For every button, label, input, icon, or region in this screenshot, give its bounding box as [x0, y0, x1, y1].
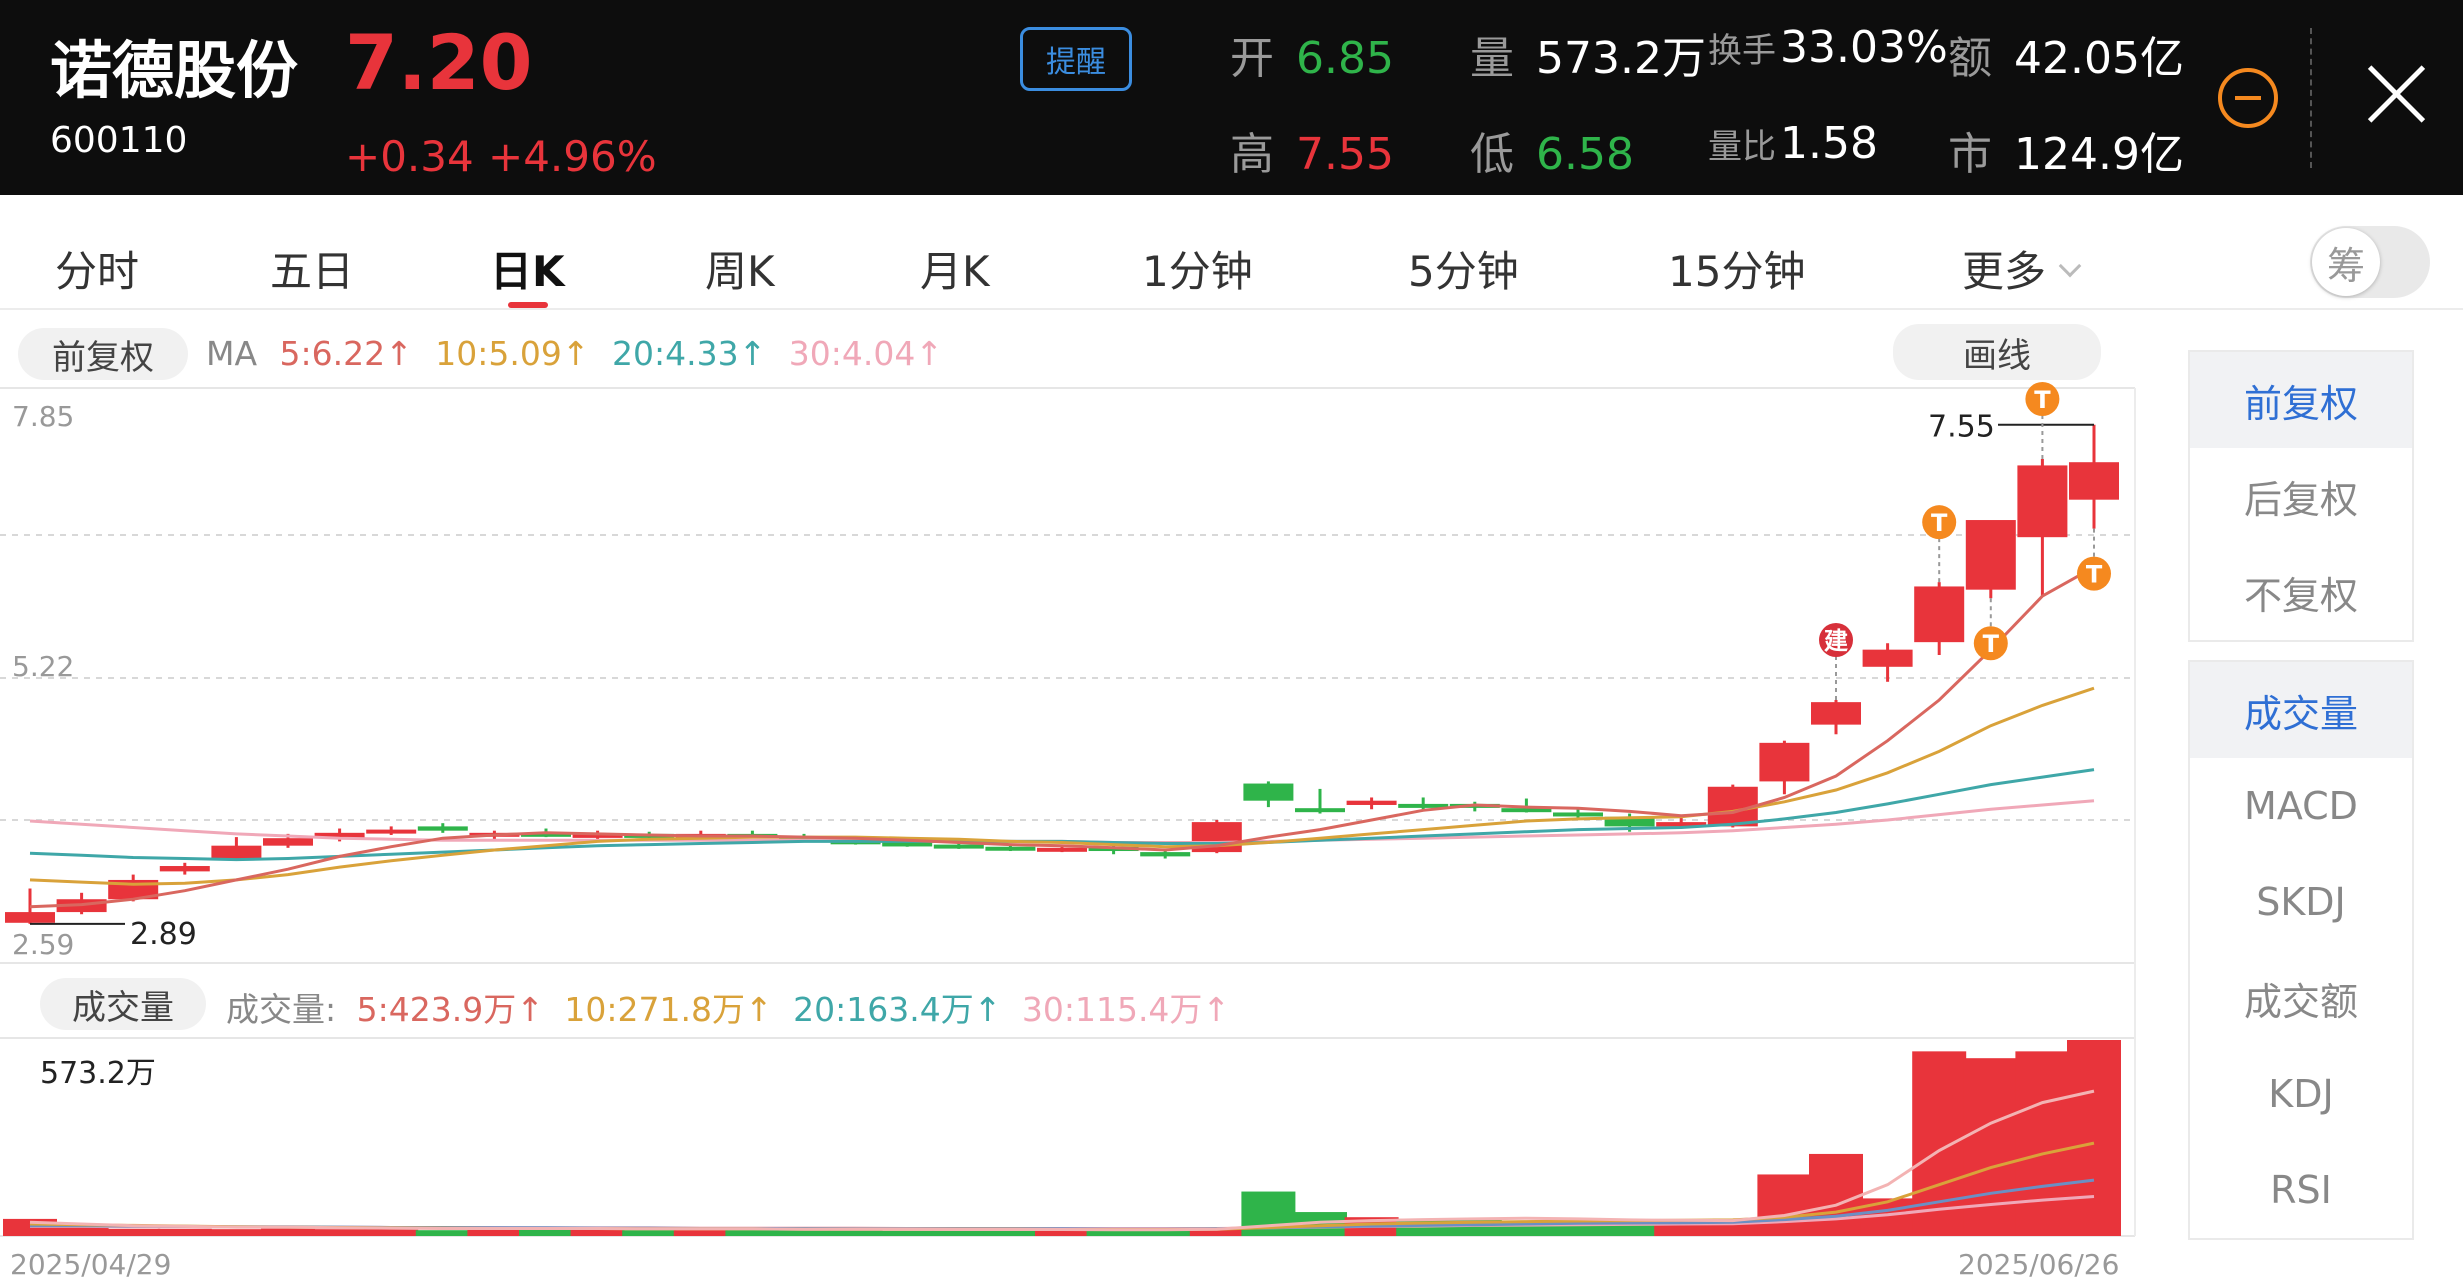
candle-body: [211, 845, 262, 859]
volume-bar: [364, 1229, 419, 1236]
candle-body: [2069, 462, 2119, 500]
candle-body: [1346, 800, 1397, 805]
candle-body: [1811, 702, 1861, 725]
volume-bar: [673, 1230, 728, 1236]
volume-bar: [1757, 1174, 1812, 1236]
volume-bar: [312, 1229, 367, 1236]
volume-bar: [2015, 1051, 2070, 1236]
adjust-forward[interactable]: 前复权: [2190, 352, 2412, 448]
kline-chart[interactable]: 7.55 2.89 建 T T T T: [0, 0, 2463, 1280]
candle-body: [2017, 465, 2068, 538]
volume-bar: [519, 1229, 573, 1236]
indicator-amount[interactable]: 成交额: [2190, 950, 2412, 1046]
volume-bar: [1086, 1230, 1141, 1236]
volume-bar: [209, 1229, 264, 1236]
volume-bar: [1035, 1230, 1089, 1236]
candle-body: [5, 912, 55, 923]
t-trade-marker-text: T: [1931, 509, 1948, 537]
candle-body: [417, 826, 468, 831]
volume-bar: [983, 1230, 1038, 1236]
build-position-marker-text: 建: [1824, 627, 1848, 655]
volume-bar: [828, 1230, 883, 1236]
indicator-macd[interactable]: MACD: [2190, 758, 2412, 854]
candle-body: [366, 829, 417, 834]
volume-bar: [931, 1230, 986, 1236]
candle-body: [1914, 586, 1965, 643]
candle-body: [1037, 847, 1087, 852]
t-trade-marker-text: T: [2086, 561, 2103, 589]
indicator-skdj[interactable]: SKDJ: [2190, 854, 2412, 950]
t-trade-marker-text: T: [2034, 386, 2051, 414]
adjust-panel: 前复权 后复权 不复权: [2188, 350, 2414, 642]
volume-bar: [777, 1230, 831, 1236]
volume-bar: [880, 1230, 935, 1236]
min-price-label: 2.89: [130, 917, 197, 952]
candle-body: [159, 866, 210, 872]
volume-bar: [1809, 1153, 1863, 1236]
volume-bar: [2067, 1040, 2121, 1236]
volume-bar: [622, 1230, 677, 1236]
candle-body: [263, 838, 313, 846]
indicator-kdj[interactable]: KDJ: [2190, 1046, 2412, 1142]
indicator-panel: 成交量 MACD SKDJ 成交额 KDJ RSI: [2188, 660, 2414, 1240]
volume-bar: [415, 1230, 470, 1236]
volume-bar: [157, 1228, 212, 1236]
volume-bar: [467, 1229, 522, 1236]
volume-bar: [725, 1230, 780, 1236]
candle-body: [882, 842, 933, 847]
volume-bar: [570, 1229, 625, 1236]
adjust-backward[interactable]: 后复权: [2190, 448, 2412, 544]
indicator-volume[interactable]: 成交量: [2190, 662, 2412, 758]
ma5-line: [29, 565, 2095, 909]
candle-body: [985, 846, 1036, 851]
indicator-rsi[interactable]: RSI: [2190, 1142, 2412, 1238]
volume-bar: [106, 1228, 161, 1236]
candle-body: [933, 844, 984, 849]
volume-bar: [1963, 1058, 2018, 1236]
candle-body: [1553, 812, 1603, 817]
adjust-none[interactable]: 不复权: [2190, 544, 2412, 640]
max-price-label: 7.55: [1928, 410, 1995, 445]
candle-body: [1140, 852, 1191, 857]
candle-body: [1862, 649, 1913, 667]
candle-body: [1965, 520, 2016, 590]
volume-bar: [54, 1227, 109, 1236]
candle-body: [1243, 783, 1294, 801]
candle-body: [1759, 742, 1810, 782]
t-trade-marker-text: T: [1983, 630, 2000, 658]
candle-body: [1295, 808, 1345, 813]
